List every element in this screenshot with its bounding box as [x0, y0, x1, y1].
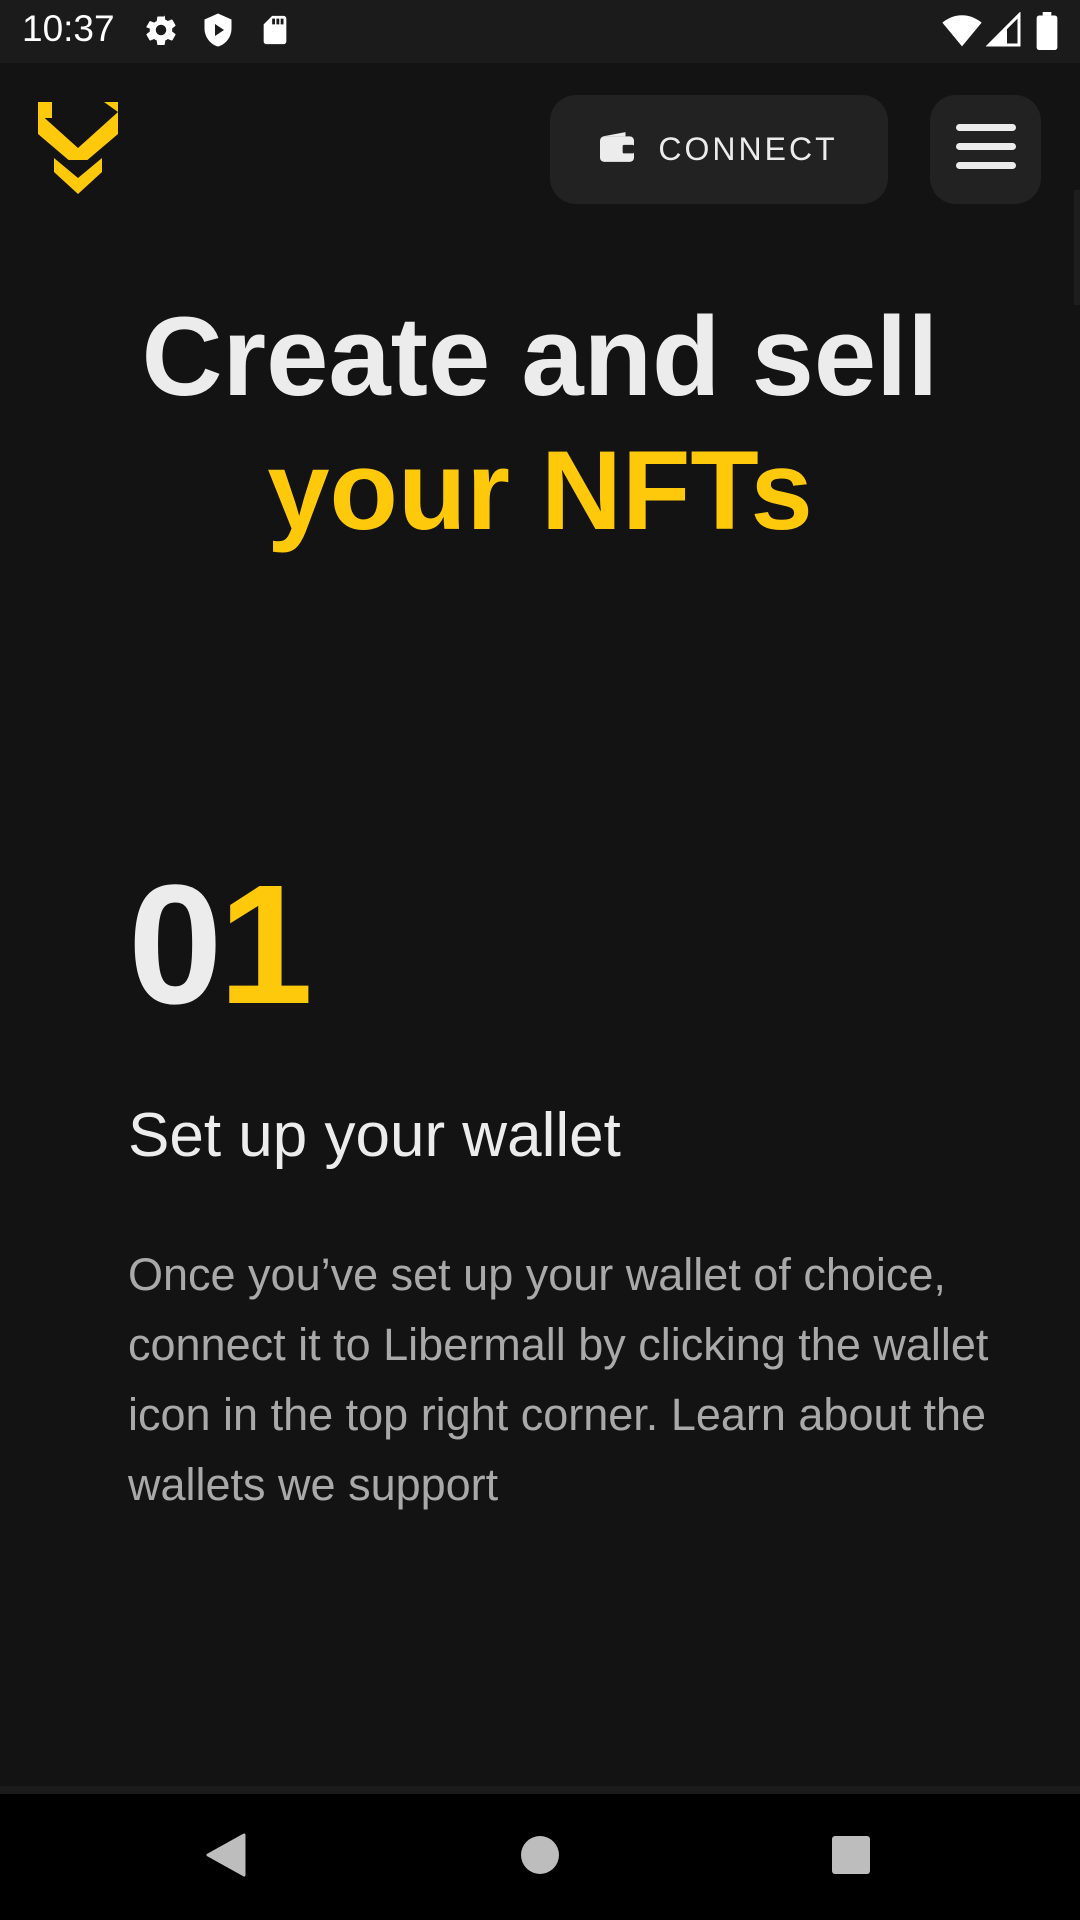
- signal-icon: [985, 11, 1022, 53]
- step-title: Set up your wallet: [128, 1101, 621, 1170]
- home-circle-icon: [519, 1834, 561, 1881]
- gear-icon: [143, 12, 179, 53]
- step-description: Once you’ve set up your wallet of choice…: [128, 1249, 989, 1510]
- status-time: 10:37: [22, 8, 115, 49]
- status-bar: 10:37: [0, 0, 1080, 63]
- back-triangle-icon: [204, 1831, 248, 1884]
- wallet-icon: [600, 132, 635, 167]
- scroll-indicator[interactable]: [1074, 190, 1080, 305]
- connect-label: CONNECT: [658, 131, 838, 167]
- android-nav-bar: [0, 1794, 1080, 1920]
- recents-square-icon: [830, 1834, 872, 1881]
- wifi-icon: [942, 12, 982, 53]
- step-number-first-digit: 0: [128, 850, 223, 1040]
- recents-button[interactable]: [818, 1824, 884, 1890]
- step-number: 01: [128, 855, 313, 1035]
- section-divider: [0, 1786, 1080, 1794]
- shield-play-icon: [200, 12, 236, 53]
- connect-wallet-button[interactable]: CONNECT: [550, 95, 888, 204]
- hero-title-line1: Create and sell: [141, 294, 939, 419]
- battery-icon: [1036, 12, 1058, 55]
- step-number-second-digit: 1: [218, 850, 314, 1040]
- hero-title: Create and sell your NFTs: [0, 290, 1080, 558]
- libermall-logo-icon[interactable]: [34, 98, 122, 198]
- back-button[interactable]: [193, 1824, 259, 1890]
- hamburger-menu-button[interactable]: [930, 95, 1041, 204]
- hero-title-line2: your NFTs: [267, 428, 813, 553]
- hamburger-menu-icon: [955, 124, 1016, 175]
- home-button[interactable]: [507, 1824, 573, 1890]
- sd-card-icon: [258, 12, 292, 53]
